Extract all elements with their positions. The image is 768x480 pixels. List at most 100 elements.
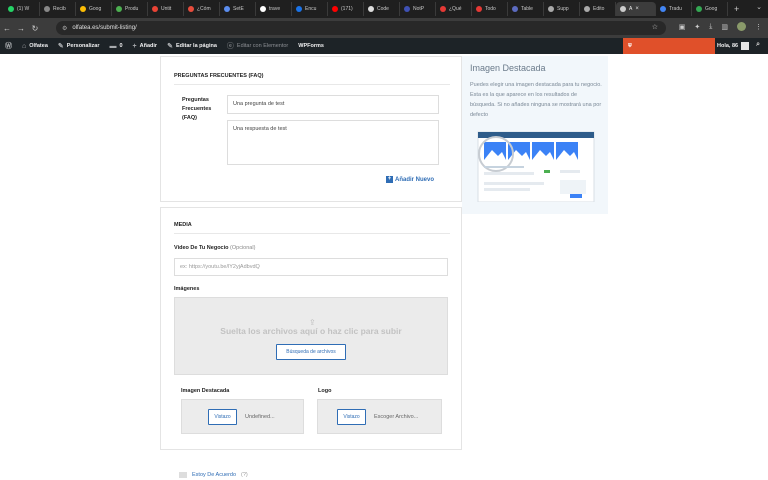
search-icon[interactable]: ⌕ [756,41,760,49]
browser-tab[interactable]: Tradu [656,2,692,16]
faq-question-input[interactable]: Una pregunta de test [227,95,439,114]
tab-favicon-icon [440,6,446,12]
address-bar[interactable]: ⚙ olfatea.es/submit-listing/ ☆ [56,21,666,35]
divider [174,233,450,234]
browser-tab[interactable]: Edito [580,2,616,16]
tab-favicon-icon [368,6,374,12]
tab-favicon-icon [332,6,338,12]
browser-tab[interactable]: Code [364,2,400,16]
browser-tab[interactable]: Goog [692,2,728,16]
browser-tab[interactable]: Encu [292,2,328,16]
wpforms-item[interactable]: WPForms [293,43,329,49]
tab-title: Produ [125,6,139,12]
tab-title: (1) W [17,6,30,12]
browser-toolbar: ← → ↻ ⚙ olfatea.es/submit-listing/ ☆ ▣ ✦… [0,18,768,38]
browser-tab[interactable]: ¿Qué [436,2,472,16]
browser-tab[interactable]: Recib [40,2,76,16]
elementor-item[interactable]: ⓔ Editar con Elementor [222,41,293,51]
tab-favicon-icon [404,6,410,12]
browser-tab[interactable]: Todo [472,2,508,16]
tab-title: ¿Cóm [197,6,211,12]
profile-avatar[interactable] [737,22,746,31]
browser-tab[interactable]: (171) [328,2,364,16]
new-content-item[interactable]: + Añadir [128,43,163,50]
media-card: MEDIA Video De Tu Negocio (Opcional) ex:… [160,207,462,450]
optional-tag: (Opcional) [230,245,256,251]
tab-close-icon[interactable]: × [635,6,639,12]
tab-favicon-icon [296,6,302,12]
featured-browse-button[interactable]: Vistazo [208,409,237,425]
account-item[interactable]: Hola, 86 [717,42,750,50]
add-faq-button[interactable]: + Añadir Nuevo [386,176,434,183]
comments-item[interactable]: ▬ 0 [104,43,127,50]
tab-title: Todo [485,6,496,12]
tab-title: Table [521,6,533,12]
wordpress-icon: Ⓦ [5,43,12,50]
back-icon[interactable]: ← [0,24,14,33]
site-name-item[interactable]: ⌂ Olfatea [17,43,53,50]
tab-title: Recib [53,6,66,12]
wpforms-label: WPForms [298,43,324,49]
featured-image-example-illustration [477,131,595,202]
faq-label-line: (FAQ) [182,115,197,121]
tab-favicon-icon [660,6,666,12]
new-tab-icon[interactable]: + [728,4,745,14]
image-dropzone[interactable]: ⇪ Suelta los archivos aquí o haz clic pa… [174,297,448,375]
download-icon[interactable]: ⤓ [709,23,712,31]
tab-favicon-icon [620,6,626,12]
tab-favicon-icon [548,6,554,12]
edit-page-item[interactable]: ✎ Editar la página [162,42,222,50]
customize-item[interactable]: ✎ Personalizar [53,42,105,50]
help-box-title: Imagen Destacada [470,63,546,73]
featured-image-help-box: Imagen Destacada Puedes elegir una image… [462,56,608,214]
browser-tab[interactable]: (1) W [4,2,40,16]
tab-search-icon[interactable]: ⌄ [756,3,762,11]
forward-icon[interactable]: → [14,24,28,33]
menu-icon[interactable]: ⋮ [755,23,762,31]
tab-title: trave [269,6,281,12]
extension-icon[interactable]: ▣ [679,23,686,31]
new-content-label: Añadir [139,43,158,49]
browse-files-button[interactable]: Búsqueda de archivos [276,344,346,360]
home-icon: ⌂ [22,42,27,50]
tab-title: A [629,6,633,12]
bookmark-star-icon[interactable]: ☆ [652,23,658,31]
browser-tab[interactable]: trave [256,2,292,16]
browser-tab[interactable]: Supp [544,2,580,16]
tab-title: Untit [161,6,172,12]
browser-tab[interactable]: Produ [112,2,148,16]
notification-banner[interactable]: ⛨ [623,38,715,54]
reload-icon[interactable]: ↻ [28,24,42,33]
browser-tab[interactable]: A × [616,2,656,16]
images-label: Imágenes [174,286,200,292]
tab-title: Edito [593,6,605,12]
browser-tab[interactable]: ¿Cóm [184,2,220,16]
site-info-icon[interactable]: ⚙ [62,25,67,32]
video-url-input[interactable]: ex: https://youtu.be/lY2yjAdbvdQ [174,258,448,276]
featured-file-name: Undefined... [245,414,275,420]
tab-favicon-icon [224,6,230,12]
browser-tab[interactable]: SetE [220,2,256,16]
logo-browse-button[interactable]: Vistazo [337,409,366,425]
video-label-text: Video De Tu Negocio [174,245,229,251]
elementor-icon: ⓔ [226,43,234,50]
browser-tab[interactable]: Table [508,2,544,16]
browser-tab[interactable]: Goog [76,2,112,16]
browser-tab[interactable]: NotP [400,2,436,16]
faq-answer-textarea[interactable]: Una respuesta de test [227,120,439,165]
help-box-text: Puedes elegir una imagen destacada para … [470,82,602,118]
help-icon[interactable]: (?) [241,472,248,478]
tab-favicon-icon [696,6,702,12]
tab-title: (171) [341,6,353,12]
agree-label[interactable]: Estoy De Acuerdo [192,472,236,478]
agree-checkbox[interactable] [179,472,187,478]
featured-image-upload[interactable]: Vistazo Undefined... [181,399,304,434]
puzzle-icon[interactable]: ✦ [694,23,700,31]
logo-upload[interactable]: Vistazo Escoger Archivo... [317,399,442,434]
wp-logo-item[interactable]: Ⓦ [0,41,17,51]
sidepanel-icon[interactable]: ▥ [721,23,728,31]
faq-field-label: Preguntas Frecuentes (FAQ) [182,96,211,123]
browser-tab[interactable]: Untit [148,2,184,16]
wp-admin-bar: Ⓦ ⌂ Olfatea ✎ Personalizar ▬ 0 + Añadir ✎ Edi… [0,38,768,54]
dropzone-text: Suelta los archivos aquí o haz clic para… [220,326,402,336]
